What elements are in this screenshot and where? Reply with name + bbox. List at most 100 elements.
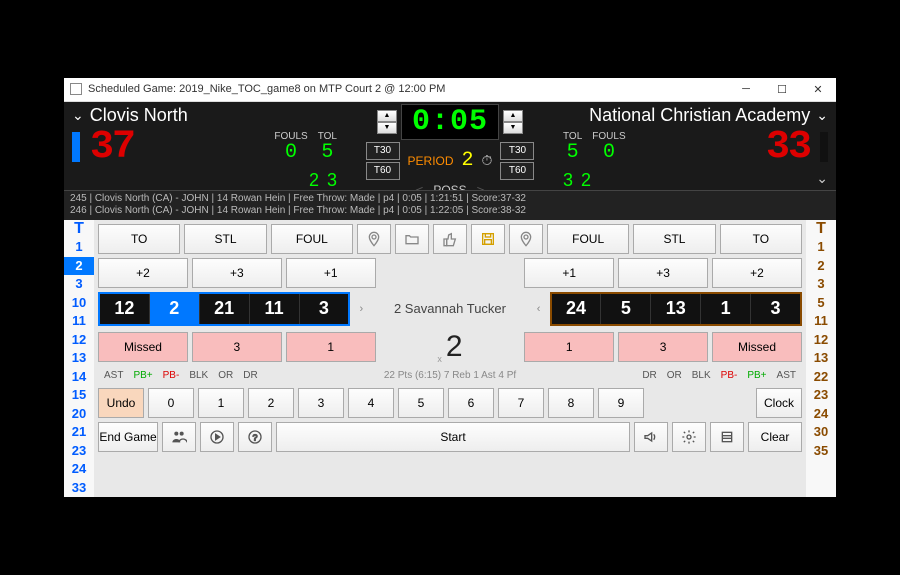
game-clock[interactable]: 0:05	[401, 104, 499, 140]
lineup-right-arrow[interactable]: ›	[354, 303, 368, 315]
substitute-icon[interactable]	[162, 422, 196, 452]
clock-button[interactable]: Clock	[756, 388, 802, 418]
chevron-down-icon[interactable]: ⌄	[72, 107, 84, 124]
lineup-player[interactable]: 13	[651, 294, 701, 324]
home-missed-button[interactable]: Missed	[98, 332, 188, 362]
away-t30-button[interactable]: T30	[500, 142, 534, 160]
clock-sec-spinner[interactable]: ▲▼	[503, 110, 523, 134]
home-miss3-button[interactable]: 3	[192, 332, 282, 362]
away-plus1-button[interactable]: +1	[524, 258, 614, 288]
roster-number[interactable]: 15	[64, 386, 94, 405]
roster-number[interactable]: 11	[806, 312, 836, 331]
roster-number[interactable]: 12	[64, 331, 94, 350]
home-plus1-button[interactable]: +1	[286, 258, 376, 288]
roster-number[interactable]: 24	[806, 405, 836, 424]
lineup-player[interactable]: 12	[100, 294, 150, 324]
lineup-player[interactable]: 2	[150, 294, 200, 324]
substat-button[interactable]: OR	[218, 370, 233, 381]
substat-button[interactable]: DR	[642, 370, 656, 381]
start-button[interactable]: Start	[276, 422, 630, 452]
numpad-2[interactable]: 2	[248, 388, 294, 418]
chevron-down-icon[interactable]: ⌄	[816, 107, 828, 124]
away-plus2-button[interactable]: +2	[712, 258, 802, 288]
roster-number[interactable]: 1	[806, 238, 836, 257]
save-icon[interactable]	[471, 224, 505, 254]
gear-icon[interactable]	[672, 422, 706, 452]
roster-number[interactable]: 14	[64, 368, 94, 387]
clear-button[interactable]: Clear	[748, 422, 802, 452]
maximize-button[interactable]: ☐	[764, 77, 800, 101]
away-miss1-button[interactable]: 1	[524, 332, 614, 362]
roster-number[interactable]: 1	[64, 238, 94, 257]
pin-away-icon[interactable]	[509, 224, 543, 254]
away-missed-button[interactable]: Missed	[712, 332, 802, 362]
substat-button[interactable]: PB+	[747, 370, 766, 381]
away-plus3-button[interactable]: +3	[618, 258, 708, 288]
numpad-6[interactable]: 6	[448, 388, 494, 418]
substat-button[interactable]: OR	[667, 370, 682, 381]
roster-number[interactable]: 30	[806, 423, 836, 442]
away-t60-button[interactable]: T60	[500, 162, 534, 180]
roster-number[interactable]: 3	[64, 275, 94, 294]
substat-button[interactable]: PB-	[721, 370, 738, 381]
clock-min-spinner[interactable]: ▲▼	[377, 110, 397, 134]
roster-number[interactable]: 35	[806, 442, 836, 461]
undo-button[interactable]: Undo	[98, 388, 144, 418]
chevron-down-icon[interactable]: ⌄	[816, 170, 828, 190]
roster-number[interactable]: 23	[64, 442, 94, 461]
away-color-chip[interactable]	[820, 132, 828, 162]
home-foul-button[interactable]: FOUL	[271, 224, 353, 254]
roster-number[interactable]: 10	[64, 294, 94, 313]
numpad-5[interactable]: 5	[398, 388, 444, 418]
folder-open-icon[interactable]	[395, 224, 429, 254]
lineup-player[interactable]: 5	[601, 294, 651, 324]
list-icon[interactable]	[710, 422, 744, 452]
away-to-button[interactable]: TO	[720, 224, 802, 254]
lineup-left-arrow[interactable]: ‹	[532, 303, 546, 315]
roster-number[interactable]: 24	[64, 460, 94, 479]
roster-number[interactable]: 20	[64, 405, 94, 424]
home-plus2-button[interactable]: +2	[98, 258, 188, 288]
thumbs-up-icon[interactable]	[433, 224, 467, 254]
substat-button[interactable]: PB+	[133, 370, 152, 381]
numpad-1[interactable]: 1	[198, 388, 244, 418]
pin-home-icon[interactable]	[357, 224, 391, 254]
home-color-chip[interactable]	[72, 132, 80, 162]
roster-number[interactable]: 2	[64, 257, 94, 276]
home-t60-button[interactable]: T60	[366, 162, 400, 180]
roster-number[interactable]: 33	[64, 479, 94, 498]
numpad-9[interactable]: 9	[598, 388, 644, 418]
lineup-player[interactable]: 3	[751, 294, 800, 324]
roster-number[interactable]: 13	[806, 349, 836, 368]
roster-number[interactable]: 2	[806, 257, 836, 276]
substat-button[interactable]: DR	[243, 370, 257, 381]
help-icon[interactable]: ?	[238, 422, 272, 452]
away-stl-button[interactable]: STL	[633, 224, 715, 254]
minimize-button[interactable]: ─	[728, 77, 764, 101]
numpad-0[interactable]: 0	[148, 388, 194, 418]
roster-number[interactable]: 23	[806, 386, 836, 405]
substat-button[interactable]: BLK	[189, 370, 208, 381]
away-foul-button[interactable]: FOUL	[547, 224, 629, 254]
numpad-4[interactable]: 4	[348, 388, 394, 418]
lineup-player[interactable]: 3	[300, 294, 349, 324]
end-game-button[interactable]: End Game	[98, 422, 158, 452]
substat-button[interactable]: PB-	[163, 370, 180, 381]
stopwatch-icon[interactable]: ⏱	[482, 152, 493, 169]
roster-number[interactable]: 3	[806, 275, 836, 294]
roster-number[interactable]: 11	[64, 312, 94, 331]
lineup-player[interactable]: 1	[701, 294, 751, 324]
close-button[interactable]: ✕	[800, 77, 836, 101]
home-to-button[interactable]: TO	[98, 224, 180, 254]
away-miss3-button[interactable]: 3	[618, 332, 708, 362]
horn-icon[interactable]	[634, 422, 668, 452]
home-miss1-button[interactable]: 1	[286, 332, 376, 362]
numpad-8[interactable]: 8	[548, 388, 594, 418]
roster-number[interactable]: 21	[64, 423, 94, 442]
roster-number[interactable]: 12	[806, 331, 836, 350]
substat-button[interactable]: AST	[104, 370, 123, 381]
lineup-player[interactable]: 11	[250, 294, 300, 324]
home-stl-button[interactable]: STL	[184, 224, 266, 254]
home-t30-button[interactable]: T30	[366, 142, 400, 160]
roster-number[interactable]: 22	[806, 368, 836, 387]
